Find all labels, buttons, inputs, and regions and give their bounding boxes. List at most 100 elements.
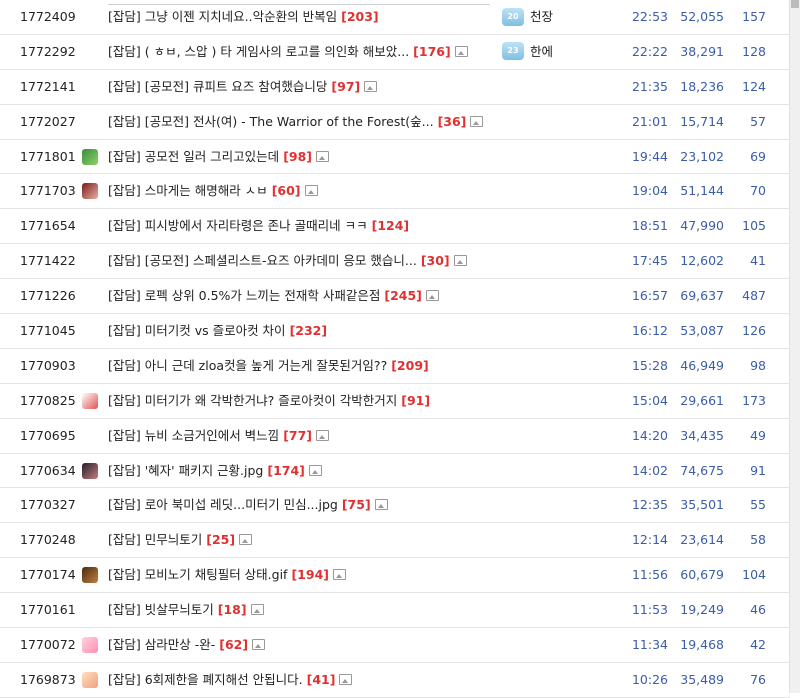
post-row[interactable]: 1770327 [잡담] 로아 북미섭 레딧...미터기 민심...jpg [75]… [0, 488, 790, 524]
post-title[interactable]: [잡담] 미터기가 왜 각박한거냐? 즐로아컷이 각박한거지 [108, 393, 397, 408]
comment-count[interactable]: [98] [283, 149, 312, 164]
post-title[interactable]: [잡담] 피시방에서 자리타령은 존나 골때리네 ㅋㅋ [108, 218, 368, 233]
post-row[interactable]: 1770634 [잡담] '혜자' 패키지 근황.jpg [174] 14:02 74,… [0, 454, 790, 489]
comment-count[interactable]: [75] [342, 497, 371, 512]
post-subject[interactable]: [잡담] 삼라만상 -완- [62] [108, 628, 488, 662]
post-title[interactable]: [잡담] ( ㅎㅂ, 스압 ) 타 게임사의 로고를 의인화 해보았... [108, 44, 409, 59]
comment-count[interactable]: [203] [341, 9, 379, 24]
comment-count[interactable]: [245] [384, 288, 422, 303]
scrollbar-thumb[interactable] [791, 0, 799, 8]
post-subject[interactable]: [잡담] ( ㅎㅂ, 스압 ) 타 게임사의 로고를 의인화 해보았... [17… [108, 35, 488, 69]
post-title[interactable]: [잡담] [공모전] 큐피트 요즈 참여했습니당 [108, 79, 327, 94]
post-title[interactable]: [잡담] 로아 북미섭 레딧...미터기 민심...jpg [108, 497, 338, 512]
post-title[interactable]: [잡담] [공모전] 전사(여) - The Warrior of the Fo… [108, 114, 434, 129]
post-title[interactable]: [잡담] 스마게는 해명해라 ㅅㅂ [108, 183, 268, 198]
post-subject[interactable]: [잡담] 로아 북미섭 레딧...미터기 민심...jpg [75] [108, 488, 488, 522]
post-title[interactable]: [잡담] 아니 근데 zloa컷을 높게 거는게 잘못된거임?? [108, 358, 387, 373]
post-author[interactable]: 20 천장 [502, 0, 622, 34]
post-title[interactable]: [잡담] 뉴비 소금거인에서 벽느낌 [108, 428, 279, 443]
post-subject[interactable]: [잡담] 미터기컷 vs 즐로아컷 차이 [232] [108, 314, 488, 348]
post-title[interactable]: [잡담] 민무늬토기 [108, 532, 202, 547]
post-row[interactable]: 1771654 [잡담] 피시방에서 자리타령은 존나 골때리네 ㅋㅋ [124] 1… [0, 209, 790, 245]
post-title[interactable]: [잡담] 빗살무늬토기 [108, 602, 214, 617]
post-row[interactable]: 1770174 [잡담] 모비노기 채팅필터 상태.gif [194] 11:56 60… [0, 558, 790, 594]
comment-count[interactable]: [232] [290, 323, 328, 338]
post-subject[interactable]: [잡담] [공모전] 큐피트 요즈 참여했습니당 [97] [108, 70, 488, 104]
comment-count[interactable]: [209] [391, 358, 429, 373]
post-subject[interactable]: [잡담] 스마게는 해명해라 ㅅㅂ [60] [108, 174, 488, 208]
post-subject[interactable]: [잡담] [공모전] 전사(여) - The Warrior of the Fo… [108, 105, 488, 139]
post-subject[interactable]: [잡담] 아니 근데 zloa컷을 높게 거는게 잘못된거임?? [209] [108, 349, 488, 383]
post-subject[interactable]: [잡담] 그냥 이젠 지치네요..악순환의 반복임 [203] [108, 0, 488, 34]
post-row[interactable]: 1771422 [잡담] [공모전] 스페셜리스트-요즈 아카데미 응모 했습니.… [0, 244, 790, 280]
post-title[interactable]: [잡담] 그냥 이젠 지치네요..악순환의 반복임 [108, 9, 337, 24]
post-subject[interactable]: [잡담] '혜자' 패키지 근황.jpg [174] [108, 454, 488, 488]
comment-count[interactable]: [36] [438, 114, 467, 129]
image-attachment-icon [374, 499, 388, 511]
post-row[interactable]: 1770161 [잡담] 빗살무늬토기 [18] 11:53 19,249 46 [0, 593, 790, 629]
post-likes: 46 [750, 602, 766, 618]
post-number: 1772292 [20, 43, 76, 59]
post-likes: 124 [742, 78, 766, 94]
comment-count[interactable]: [25] [206, 532, 235, 547]
post-title[interactable]: [잡담] 미터기컷 vs 즐로아컷 차이 [108, 323, 286, 338]
post-subject[interactable]: [잡담] 피시방에서 자리타령은 존나 골때리네 ㅋㅋ [124] [108, 209, 488, 243]
post-subject[interactable]: [잡담] 모비노기 채팅필터 상태.gif [194] [108, 558, 488, 592]
post-row[interactable]: 1770248 [잡담] 민무늬토기 [25] 12:14 23,614 58 [0, 523, 790, 559]
post-row[interactable]: 1770072 [잡담] 삼라만상 -완- [62] 11:34 19,468 42 [0, 628, 790, 663]
post-likes: 91 [750, 462, 766, 478]
comment-count[interactable]: [41] [307, 672, 336, 687]
post-author[interactable]: 23 한에 [502, 35, 622, 69]
author-name[interactable]: 천장 [530, 9, 553, 24]
post-row[interactable]: 1772027 [잡담] [공모전] 전사(여) - The Warrior of… [0, 105, 790, 140]
post-row[interactable]: 1771801 [잡담] 공모전 일러 그리고있는데 [98] 19:44 23,102… [0, 140, 790, 175]
post-subject[interactable]: [잡담] 로펙 상위 0.5%가 느끼는 전재학 사패같은점 [245] [108, 279, 488, 313]
post-row[interactable]: 1772141 [잡담] [공모전] 큐피트 요즈 참여했습니당 [97] 21:35… [0, 70, 790, 105]
post-title[interactable]: [잡담] 공모전 일러 그리고있는데 [108, 149, 279, 164]
image-attachment-icon [252, 639, 266, 651]
post-row[interactable]: 1771703 [잡담] 스마게는 해명해라 ㅅㅂ [60] 19:04 51,144 7… [0, 174, 790, 210]
post-subject[interactable]: [잡담] 6회제한을 폐지해선 안됩니다. [41] [108, 663, 488, 697]
post-row[interactable]: 1770825 [잡담] 미터기가 왜 각박한거냐? 즐로아컷이 각박한거지 [91… [0, 384, 790, 419]
post-title[interactable]: [잡담] [공모전] 스페셜리스트-요즈 아카데미 응모 했습니... [108, 253, 417, 268]
post-subject[interactable]: [잡담] 미터기가 왜 각박한거냐? 즐로아컷이 각박한거지 [91] [108, 384, 488, 418]
post-rows: 1772409 [잡담] 그냥 이젠 지치네요..악순환의 반복임 [203] 20 천… [0, 0, 790, 698]
comment-count[interactable]: [176] [413, 44, 451, 59]
comment-count[interactable]: [18] [218, 602, 247, 617]
post-list: 1772409 [잡담] 그냥 이젠 지치네요..악순환의 반복임 [203] 20 천… [0, 0, 790, 698]
post-title[interactable]: [잡담] 6회제한을 폐지해선 안됩니다. [108, 672, 303, 687]
post-time: 18:51 [631, 218, 668, 234]
author-name[interactable]: 한에 [530, 44, 553, 59]
post-subject[interactable]: [잡담] 뉴비 소금거인에서 벽느낌 [77] [108, 419, 488, 453]
comment-count[interactable]: [77] [283, 428, 312, 443]
post-title[interactable]: [잡담] 모비노기 채팅필터 상태.gif [108, 567, 287, 582]
post-subject[interactable]: [잡담] [공모전] 스페셜리스트-요즈 아카데미 응모 했습니... [30] [108, 244, 488, 278]
post-subject[interactable]: [잡담] 공모전 일러 그리고있는데 [98] [108, 140, 488, 174]
post-title[interactable]: [잡담] '혜자' 패키지 근황.jpg [108, 463, 263, 478]
post-row[interactable]: 1770903 [잡담] 아니 근데 zloa컷을 높게 거는게 잘못된거임??[… [0, 349, 790, 384]
image-attachment-icon [239, 534, 253, 546]
post-row[interactable]: 1771045 [잡담] 미터기컷 vs 즐로아컷 차이 [232] 16:12 53,… [0, 314, 790, 349]
comment-count[interactable]: [124] [372, 218, 410, 233]
post-row[interactable]: 1772409 [잡담] 그냥 이젠 지치네요..악순환의 반복임 [203] 20 천… [0, 0, 790, 35]
post-views: 18,236 [680, 78, 724, 94]
comment-count[interactable]: [60] [272, 183, 301, 198]
comment-count[interactable]: [97] [331, 79, 360, 94]
scrollbar[interactable] [789, 0, 800, 693]
post-time: 14:20 [631, 427, 668, 443]
post-time: 19:44 [631, 148, 668, 164]
comment-count[interactable]: [194] [291, 567, 329, 582]
post-subject[interactable]: [잡담] 빗살무늬토기 [18] [108, 593, 488, 627]
comment-count[interactable]: [174] [267, 463, 305, 478]
post-row[interactable]: 1770695 [잡담] 뉴비 소금거인에서 벽느낌 [77] 14:20 34,435… [0, 419, 790, 454]
post-row[interactable]: 1771226 [잡담] 로펙 상위 0.5%가 느끼는 전재학 사패같은점 [24… [0, 279, 790, 315]
post-row[interactable]: 1772292 [잡담] ( ㅎㅂ, 스압 ) 타 게임사의 로고를 의인화 해보… [0, 35, 790, 70]
post-title[interactable]: [잡담] 로펙 상위 0.5%가 느끼는 전재학 사패같은점 [108, 288, 380, 303]
comment-count[interactable]: [30] [421, 253, 450, 268]
post-views: 35,489 [680, 671, 724, 687]
comment-count[interactable]: [62] [219, 637, 248, 652]
post-views: 69,637 [680, 288, 724, 304]
post-subject[interactable]: [잡담] 민무늬토기 [25] [108, 523, 488, 557]
post-title[interactable]: [잡담] 삼라만상 -완- [108, 637, 215, 652]
comment-count[interactable]: [91] [401, 393, 430, 408]
